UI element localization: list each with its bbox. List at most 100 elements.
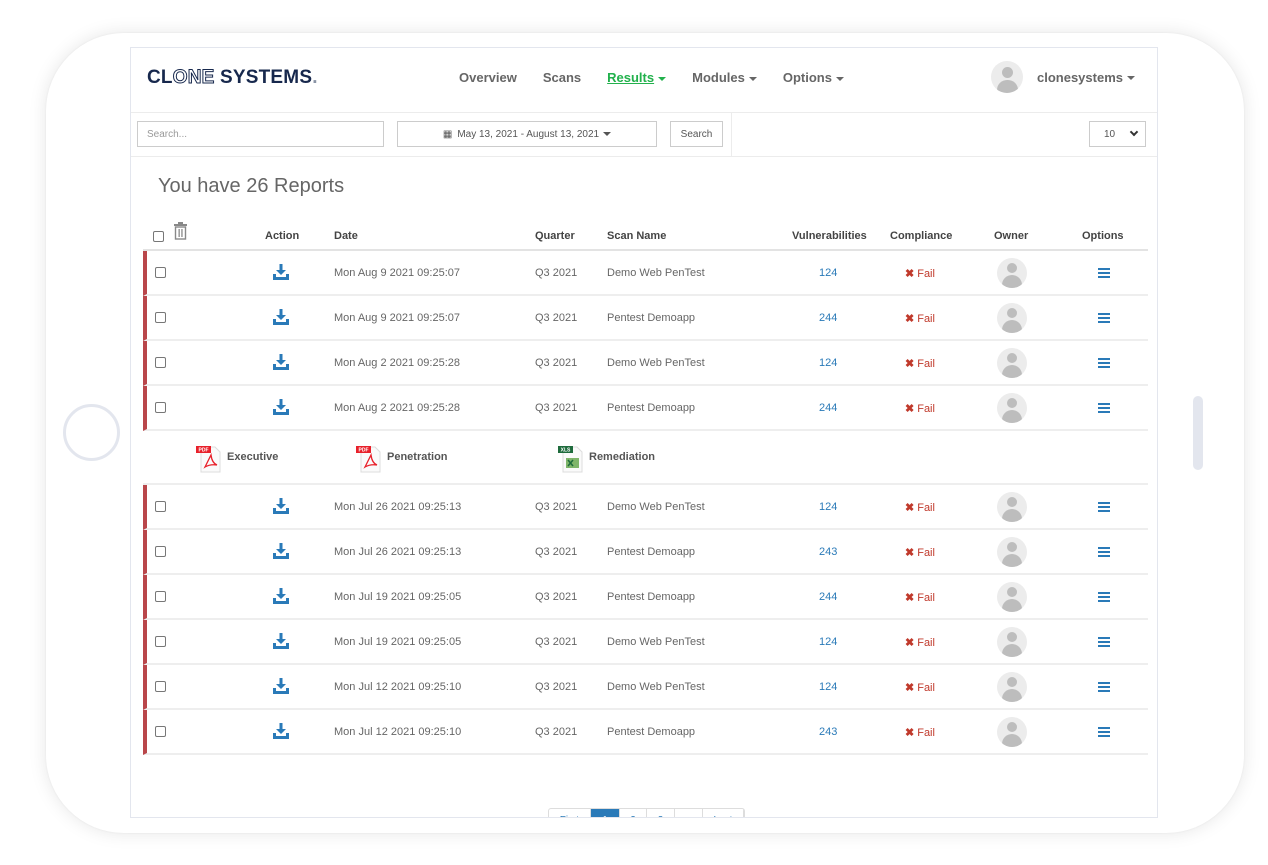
cell-scan-name: Pentest Demoapp xyxy=(607,312,696,324)
page-last[interactable]: Last xyxy=(703,809,744,817)
logo[interactable]: CLONE SYSTEMS. xyxy=(147,67,318,89)
row-checkbox[interactable] xyxy=(155,546,166,557)
table-row[interactable]: Mon Jul 26 2021 09:25:13 Q3 2021 Demo We… xyxy=(143,485,1148,530)
nav-scans[interactable]: Scans xyxy=(543,70,581,85)
download-icon[interactable] xyxy=(273,264,289,280)
nav-options[interactable]: Options xyxy=(783,70,844,85)
download-icon[interactable] xyxy=(273,633,289,649)
options-menu-icon[interactable] xyxy=(1098,313,1110,323)
compliance-text: Fail xyxy=(917,547,935,559)
user-menu[interactable]: clonesystems xyxy=(991,61,1135,93)
nav-overview[interactable]: Overview xyxy=(459,70,517,85)
header-vulnerabilities[interactable]: Vulnerabilities xyxy=(792,230,867,242)
table-row[interactable]: Mon Aug 2 2021 09:25:28 Q3 2021 Demo Web… xyxy=(143,341,1148,386)
table-row[interactable]: Mon Aug 9 2021 09:25:07 Q3 2021 Demo Web… xyxy=(143,251,1148,296)
nav-modules[interactable]: Modules xyxy=(692,70,757,85)
page-ellipsis[interactable]: ... xyxy=(675,809,703,817)
cell-vulnerabilities[interactable]: 243 xyxy=(819,546,837,558)
options-menu-icon[interactable] xyxy=(1098,502,1110,512)
report-link-executive[interactable]: PDF Executive xyxy=(195,445,278,473)
page-size-select[interactable]: 10 xyxy=(1089,121,1146,147)
header-compliance[interactable]: Compliance xyxy=(890,230,952,242)
row-checkbox[interactable] xyxy=(155,681,166,692)
page-3[interactable]: 3 xyxy=(647,809,675,817)
tablet-home-button[interactable] xyxy=(63,404,120,461)
table-row[interactable]: Mon Aug 9 2021 09:25:07 Q3 2021 Pentest … xyxy=(143,296,1148,341)
cell-vulnerabilities[interactable]: 124 xyxy=(819,501,837,513)
row-checkbox[interactable] xyxy=(155,591,166,602)
download-icon[interactable] xyxy=(273,543,289,559)
search-input[interactable] xyxy=(137,121,384,147)
compliance-text: Fail xyxy=(917,403,935,415)
date-range-picker[interactable]: ▦ May 13, 2021 - August 13, 2021 xyxy=(397,121,657,147)
download-icon[interactable] xyxy=(273,723,289,739)
download-icon[interactable] xyxy=(273,498,289,514)
cell-vulnerabilities[interactable]: 124 xyxy=(819,636,837,648)
page-title: You have 26 Reports xyxy=(158,175,345,197)
cell-date: Mon Jul 12 2021 09:25:10 xyxy=(334,681,462,693)
row-checkbox[interactable] xyxy=(155,267,166,278)
download-icon[interactable] xyxy=(273,309,289,325)
cell-scan-name: Demo Web PenTest xyxy=(607,681,705,693)
row-checkbox[interactable] xyxy=(155,312,166,323)
row-checkbox[interactable] xyxy=(155,357,166,368)
download-icon[interactable] xyxy=(273,678,289,694)
cell-vulnerabilities[interactable]: 124 xyxy=(819,267,837,279)
owner-avatar xyxy=(997,627,1027,657)
fail-x-icon: ✖ xyxy=(905,637,915,649)
header-action[interactable]: Action xyxy=(265,230,299,242)
options-menu-icon[interactable] xyxy=(1098,637,1110,647)
options-menu-icon[interactable] xyxy=(1098,358,1110,368)
user-avatar xyxy=(991,61,1023,93)
report-link-remediation[interactable]: XLS Remediation xyxy=(557,445,655,473)
report-link-penetration[interactable]: PDF Penetration xyxy=(355,445,448,473)
download-icon[interactable] xyxy=(273,399,289,415)
cell-vulnerabilities[interactable]: 124 xyxy=(819,357,837,369)
fail-x-icon: ✖ xyxy=(905,403,915,415)
page-2[interactable]: 2 xyxy=(620,809,647,817)
cell-scan-name: Demo Web PenTest xyxy=(607,501,705,513)
options-menu-icon[interactable] xyxy=(1098,727,1110,737)
caret-down-icon xyxy=(748,76,757,81)
cell-vulnerabilities[interactable]: 244 xyxy=(819,591,837,603)
header-owner[interactable]: Owner xyxy=(994,230,1028,242)
username-text: clonesystems xyxy=(1037,69,1123,85)
cell-scan-name: Pentest Demoapp xyxy=(607,726,696,738)
header-quarter[interactable]: Quarter xyxy=(535,230,575,242)
cell-quarter: Q3 2021 xyxy=(535,357,578,369)
row-checkbox[interactable] xyxy=(155,402,166,413)
table-row[interactable]: Mon Jul 26 2021 09:25:13 Q3 2021 Pentest… xyxy=(143,530,1148,575)
row-checkbox[interactable] xyxy=(155,501,166,512)
cell-vulnerabilities[interactable]: 244 xyxy=(819,402,837,414)
download-icon[interactable] xyxy=(273,588,289,604)
options-menu-icon[interactable] xyxy=(1098,268,1110,278)
cell-vulnerabilities[interactable]: 243 xyxy=(819,726,837,738)
page-1[interactable]: 1 xyxy=(591,809,620,817)
header-scan-name[interactable]: Scan Name xyxy=(607,230,666,242)
options-menu-icon[interactable] xyxy=(1098,682,1110,692)
table-row[interactable]: Mon Jul 19 2021 09:25:05 Q3 2021 Pentest… xyxy=(143,575,1148,620)
table-row[interactable]: Mon Aug 2 2021 09:25:28 Q3 2021 Pentest … xyxy=(143,386,1148,431)
cell-quarter: Q3 2021 xyxy=(535,591,578,603)
cell-vulnerabilities[interactable]: 124 xyxy=(819,681,837,693)
select-all-checkbox[interactable] xyxy=(153,231,164,242)
cell-date: Mon Aug 2 2021 09:25:28 xyxy=(334,402,460,414)
nav-results[interactable]: Results xyxy=(607,70,667,85)
trash-icon[interactable] xyxy=(173,222,188,240)
download-icon[interactable] xyxy=(273,354,289,370)
search-button[interactable]: Search xyxy=(670,121,723,147)
row-checkbox[interactable] xyxy=(155,636,166,647)
table-row[interactable]: Mon Jul 12 2021 09:25:10 Q3 2021 Pentest… xyxy=(143,710,1148,755)
page-first[interactable]: First xyxy=(549,809,591,817)
table-row[interactable]: Mon Jul 12 2021 09:25:10 Q3 2021 Demo We… xyxy=(143,665,1148,710)
compliance-text: Fail xyxy=(917,268,935,280)
header-options[interactable]: Options xyxy=(1082,230,1124,242)
table-row[interactable]: Mon Jul 19 2021 09:25:05 Q3 2021 Demo We… xyxy=(143,620,1148,665)
fail-x-icon: ✖ xyxy=(905,313,915,325)
options-menu-icon[interactable] xyxy=(1098,403,1110,413)
options-menu-icon[interactable] xyxy=(1098,547,1110,557)
options-menu-icon[interactable] xyxy=(1098,592,1110,602)
cell-vulnerabilities[interactable]: 244 xyxy=(819,312,837,324)
header-date[interactable]: Date xyxy=(334,230,358,242)
row-checkbox[interactable] xyxy=(155,726,166,737)
